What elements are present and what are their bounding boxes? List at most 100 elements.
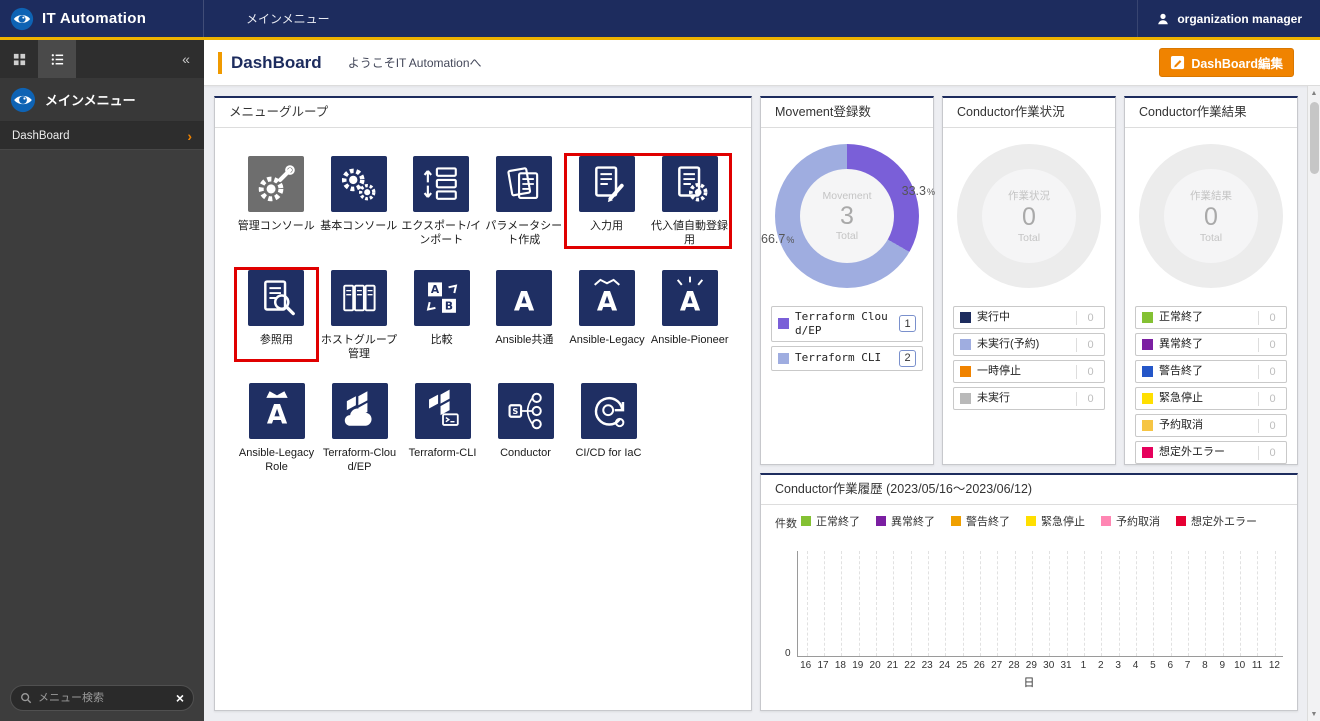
menu-tile[interactable]: CI/CD for IaC — [567, 381, 650, 475]
donut-center-value: 0 — [1204, 204, 1218, 230]
x-tick-label: 9 — [1214, 660, 1231, 671]
scroll-down-icon[interactable]: ▼ — [1308, 707, 1320, 721]
gridline-column — [850, 551, 867, 656]
legend-label: 想定外エラー — [1191, 513, 1257, 529]
menu-tile[interactable]: S Conductor — [484, 381, 567, 475]
legend-color-swatch — [1142, 312, 1153, 323]
legend-count: 0 — [1076, 338, 1098, 352]
content: メニューグループ 管理コンソール基本コンソールエクスポート/インポートパラメータ… — [204, 86, 1320, 721]
menu-tile-label: ホストグループ管理 — [319, 333, 399, 362]
legend-color-swatch — [801, 516, 811, 526]
doc-magnifier-icon — [253, 275, 299, 321]
gridline-column — [919, 551, 936, 656]
vertical-scrollbar[interactable]: ▲ ▼ — [1307, 86, 1320, 721]
legend-label: 一時停止 — [977, 365, 1070, 379]
menu-search-input[interactable] — [38, 692, 170, 704]
menu-tile-icon-box — [662, 156, 718, 212]
tab-grid-view[interactable] — [0, 40, 38, 78]
legend-label: 警告終了 — [1159, 365, 1252, 379]
user-icon — [1156, 12, 1170, 26]
panel-title: Conductor作業結果 — [1125, 98, 1297, 128]
menu-tile[interactable]: エクスポート/インポート — [400, 154, 483, 248]
menu-tile-icon-box — [415, 383, 471, 439]
edit-button-label: DashBoard編集 — [1191, 53, 1283, 72]
gridline-column — [1075, 551, 1092, 656]
donut-ring: 作業状況 0 Total — [957, 144, 1101, 288]
x-tick-label: 4 — [1127, 660, 1144, 671]
menu-tile[interactable]: AAnsible-Pioneer — [648, 268, 731, 362]
donut-row: Movement登録数 Movement 3 Total 33.3%66.7% … — [760, 96, 1298, 465]
parameter-sheet-icon — [501, 161, 547, 207]
menu-tile-icon-box — [331, 156, 387, 212]
legend-label: Terraform Cloud/EP — [795, 310, 893, 338]
menu-tile[interactable]: ホストグループ管理 — [318, 268, 401, 362]
tab-list-view[interactable] — [38, 40, 76, 78]
x-tick-label: 20 — [866, 660, 883, 671]
menu-tile[interactable]: A Ansible共通 — [483, 268, 566, 362]
search-clear-button[interactable]: × — [176, 691, 184, 705]
legend-item: 予約取消 — [1101, 513, 1160, 529]
title-accent-bar — [218, 52, 222, 74]
legend-item: 未実行(予約)0 — [953, 333, 1105, 356]
x-tick-label: 10 — [1231, 660, 1248, 671]
x-tick-label: 30 — [1040, 660, 1057, 671]
donut-ring: 作業結果 0 Total — [1139, 144, 1283, 288]
ansible-pioneer-icon: A — [667, 275, 713, 321]
x-tick-label: 31 — [1057, 660, 1074, 671]
sidebar-item-dashboard[interactable]: DashBoard › — [0, 122, 204, 150]
donut-center-sub: Total — [1200, 232, 1222, 244]
history-ticks: 1617181920212223242526272829303112345678… — [797, 660, 1283, 671]
x-tick-label: 23 — [919, 660, 936, 671]
legend-item: 異常終了0 — [1135, 333, 1287, 356]
donut-chart: 作業状況 0 Total — [957, 144, 1101, 288]
legend-item: 緊急停止0 — [1135, 387, 1287, 410]
menu-tile[interactable]: 基本コンソール — [318, 154, 401, 248]
conductor-icon: S — [503, 388, 549, 434]
menu-tile[interactable]: パラメータシート作成 — [483, 154, 566, 248]
scroll-up-icon[interactable]: ▲ — [1308, 86, 1320, 100]
search-icon — [20, 692, 32, 704]
menu-tile[interactable]: Terraform-CLI — [401, 381, 484, 475]
gridline-column — [902, 551, 919, 656]
sidebar-collapse-button[interactable]: « — [168, 40, 204, 78]
donut-center: 作業結果 0 Total — [1164, 169, 1258, 263]
x-tick-label: 16 — [797, 660, 814, 671]
panel-title: Movement登録数 — [761, 98, 933, 128]
ansible-icon: A — [501, 275, 547, 321]
x-tick-label: 5 — [1144, 660, 1161, 671]
menu-tile[interactable]: 代入値自動登録用 — [648, 154, 731, 248]
menu-tile[interactable]: 参照用 — [235, 268, 318, 362]
menu-tile[interactable]: 入力用 — [565, 154, 648, 248]
legend-item: 想定外エラー — [1176, 513, 1257, 529]
menu-tile[interactable]: AAnsible-LegacyRole — [235, 381, 318, 475]
menu-tile-icon-box — [331, 270, 387, 326]
menu-tile[interactable]: AB比較 — [400, 268, 483, 362]
dashboard-edit-button[interactable]: DashBoard編集 — [1159, 48, 1294, 77]
gridline-column — [1231, 551, 1248, 656]
user-menu[interactable]: organization manager — [1137, 0, 1320, 37]
menu-tile[interactable]: Terraform-Cloud/EP — [318, 381, 401, 475]
menu-tile-icon-box: A — [249, 383, 305, 439]
menu-tile-icon-box: A — [496, 270, 552, 326]
menu-tile-icon-box — [579, 156, 635, 212]
gridline-column — [1214, 551, 1231, 656]
svg-text:A: A — [680, 287, 701, 317]
sidebar-item-label: DashBoard — [12, 130, 70, 142]
menu-tile-label: Ansible共通 — [495, 333, 553, 347]
donut-center-sub: Total — [1018, 232, 1040, 244]
x-tick-label: 1 — [1075, 660, 1092, 671]
legend-count: 1 — [899, 315, 916, 332]
tile-rows: 管理コンソール基本コンソールエクスポート/インポートパラメータシート作成入力用代… — [215, 128, 751, 521]
legend-item: 予約取消0 — [1135, 414, 1287, 437]
menu-tile-label: Conductor — [500, 446, 551, 460]
legend-count: 0 — [1258, 392, 1280, 406]
scrollbar-thumb[interactable] — [1310, 102, 1319, 174]
menu-tile-label: CI/CD for IaC — [575, 446, 641, 460]
menu-tile[interactable]: AAnsible-Legacy — [566, 268, 649, 362]
donut-center: 作業状況 0 Total — [982, 169, 1076, 263]
legend-color-swatch — [1176, 516, 1186, 526]
legend-item: 緊急停止 — [1026, 513, 1085, 529]
donut-center-sub: Total — [836, 230, 858, 242]
menu-tile[interactable]: 管理コンソール — [235, 154, 318, 248]
legend-label: 異常終了 — [891, 513, 935, 529]
